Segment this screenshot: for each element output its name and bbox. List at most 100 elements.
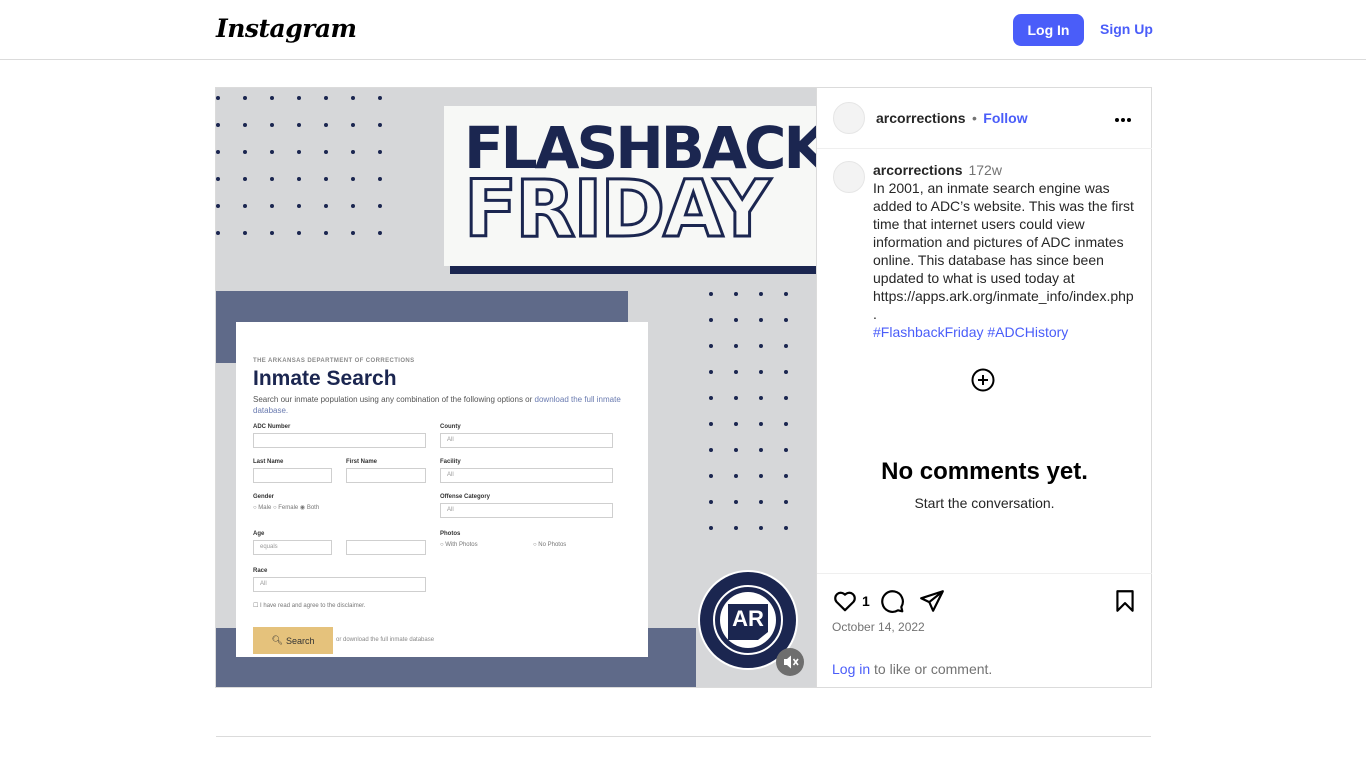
disclaimer-checkbox: ☐ I have read and agree to the disclaime…	[253, 603, 366, 609]
pattern-dot	[378, 204, 382, 208]
pattern-dot	[709, 474, 713, 478]
post-header: arcorrections • Follow	[817, 88, 1152, 149]
caption-hashtags[interactable]: #FlashbackFriday #ADCHistory	[873, 323, 1135, 341]
share-button[interactable]	[919, 588, 945, 614]
login-link[interactable]: Log in	[832, 661, 870, 677]
pattern-dot	[759, 318, 763, 322]
footer-divider	[216, 736, 1151, 737]
pattern-dot	[759, 500, 763, 504]
pattern-dot	[270, 96, 274, 100]
likes-count[interactable]: 1	[862, 593, 870, 609]
pattern-dot	[784, 344, 788, 348]
pattern-dot	[270, 123, 274, 127]
pattern-dot	[270, 177, 274, 181]
pattern-dot	[243, 231, 247, 235]
comment-button[interactable]	[879, 588, 905, 614]
search-icon: 🔍︎	[271, 635, 283, 645]
pattern-dot	[378, 231, 382, 235]
caption-age: 172w	[968, 162, 1002, 178]
label-race: Race	[253, 568, 268, 574]
author-username[interactable]: arcorrections	[876, 110, 965, 126]
pattern-dot	[709, 500, 713, 504]
more-options-button[interactable]	[1114, 107, 1132, 128]
pattern-dot	[734, 526, 738, 530]
load-more-comments-button[interactable]	[971, 368, 995, 392]
shot-search-button: 🔍︎ Search	[253, 627, 333, 654]
pattern-dot	[759, 370, 763, 374]
box-county: All	[440, 433, 613, 448]
pattern-dot	[297, 96, 301, 100]
pattern-dot	[351, 204, 355, 208]
speaker-muted-icon	[784, 655, 799, 669]
pattern-dot	[784, 370, 788, 374]
post-card: FLASHBACK FRIDAY THE ARKANSAS DEPARTMENT…	[215, 87, 1152, 688]
inmate-search-screenshot: THE ARKANSAS DEPARTMENT OF CORRECTIONS I…	[236, 322, 648, 657]
pattern-dot	[759, 292, 763, 296]
pattern-dot	[297, 177, 301, 181]
no-comments-subtitle: Start the conversation.	[914, 495, 1055, 511]
signup-link[interactable]: Sign Up	[1100, 21, 1153, 37]
pattern-dot	[351, 96, 355, 100]
pattern-dot	[324, 204, 328, 208]
dot-pattern-left	[216, 96, 405, 258]
pattern-dot	[734, 500, 738, 504]
label-photos: Photos	[440, 531, 461, 537]
bookmark-icon	[1116, 590, 1134, 612]
like-button[interactable]	[832, 588, 858, 614]
send-icon	[920, 590, 944, 612]
box-race: All	[253, 577, 426, 592]
pattern-dot	[324, 231, 328, 235]
pattern-dot	[243, 177, 247, 181]
pattern-dot	[378, 123, 382, 127]
pattern-dot	[734, 344, 738, 348]
pattern-dot	[709, 318, 713, 322]
pattern-dot	[243, 123, 247, 127]
pattern-dot	[216, 204, 220, 208]
pattern-dot	[709, 396, 713, 400]
pattern-dot	[759, 474, 763, 478]
box-age-value	[346, 540, 426, 555]
pattern-dot	[784, 422, 788, 426]
box-last-name	[253, 468, 332, 483]
pattern-dot	[784, 318, 788, 322]
pattern-dot	[734, 422, 738, 426]
pattern-dot	[270, 150, 274, 154]
caption-avatar[interactable]	[833, 161, 865, 193]
heart-icon	[834, 591, 856, 612]
photo-with: ○ With Photos	[440, 542, 478, 548]
pattern-dot	[709, 292, 713, 296]
dot-pattern-right	[709, 292, 809, 552]
pattern-dot	[351, 177, 355, 181]
pattern-dot	[270, 231, 274, 235]
instagram-logo[interactable]: Instagram	[216, 14, 357, 43]
caption-username[interactable]: arcorrections	[873, 162, 962, 178]
pattern-dot	[324, 150, 328, 154]
box-adc-number	[253, 433, 426, 448]
pattern-dot	[216, 96, 220, 100]
post-date: October 14, 2022	[832, 620, 925, 634]
login-button[interactable]: Log In	[1013, 14, 1084, 46]
pattern-dot	[759, 526, 763, 530]
label-age: Age	[253, 531, 265, 537]
author-line: arcorrections • Follow	[876, 110, 1028, 128]
pattern-dot	[297, 231, 301, 235]
post-media[interactable]: FLASHBACK FRIDAY THE ARKANSAS DEPARTMENT…	[216, 88, 816, 687]
pattern-dot	[784, 526, 788, 530]
pattern-dot	[759, 344, 763, 348]
pattern-dot	[734, 292, 738, 296]
pattern-dot	[734, 448, 738, 452]
no-comments-title: No comments yet.	[881, 458, 1088, 485]
mute-button[interactable]	[776, 648, 804, 676]
box-age-op: equals	[253, 540, 332, 555]
author-avatar[interactable]	[833, 102, 865, 134]
gender-options: ○ Male ○ Female ◉ Both	[253, 505, 320, 511]
save-button[interactable]	[1112, 588, 1138, 614]
pattern-dot	[709, 422, 713, 426]
follow-button[interactable]: Follow	[983, 110, 1027, 126]
flashback-card-shadow	[450, 266, 816, 274]
shot-search-label: Search	[285, 635, 315, 646]
pattern-dot	[759, 422, 763, 426]
pattern-dot	[734, 370, 738, 374]
label-gender: Gender	[253, 494, 275, 500]
shot-desc: Search our inmate population using any c…	[253, 394, 623, 416]
